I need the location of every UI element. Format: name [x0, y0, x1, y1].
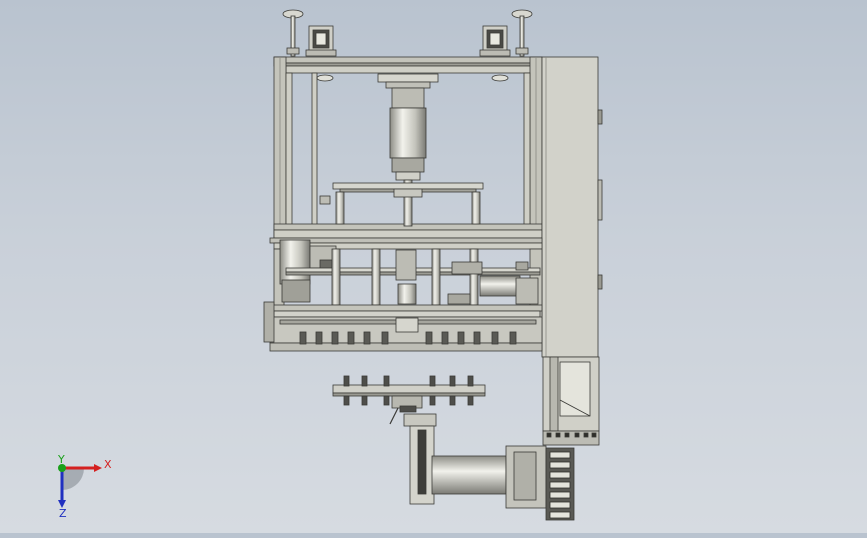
triad-plane: [62, 468, 84, 490]
x-axis-label: X: [104, 458, 112, 471]
leveling-foot-left: [282, 9, 304, 57]
coordinate-triad: X Y Z: [57, 453, 112, 520]
caster-left: [305, 25, 337, 57]
picker-head-detached: [332, 384, 486, 413]
y-axis-label: Y: [57, 453, 65, 466]
z-axis-label: Z: [59, 507, 67, 520]
lift-motor: [377, 73, 439, 227]
gear-teeth: [549, 451, 571, 519]
leveling-foot-right: [511, 9, 533, 57]
control-cabinet: [541, 56, 603, 358]
caster-right: [479, 25, 511, 57]
cad-viewport[interactable]: X Y Z: [0, 0, 867, 533]
machine-drawing: X Y Z: [57, 9, 603, 521]
vertical-linear-module: [542, 356, 600, 446]
x-axis-head: [94, 464, 102, 472]
